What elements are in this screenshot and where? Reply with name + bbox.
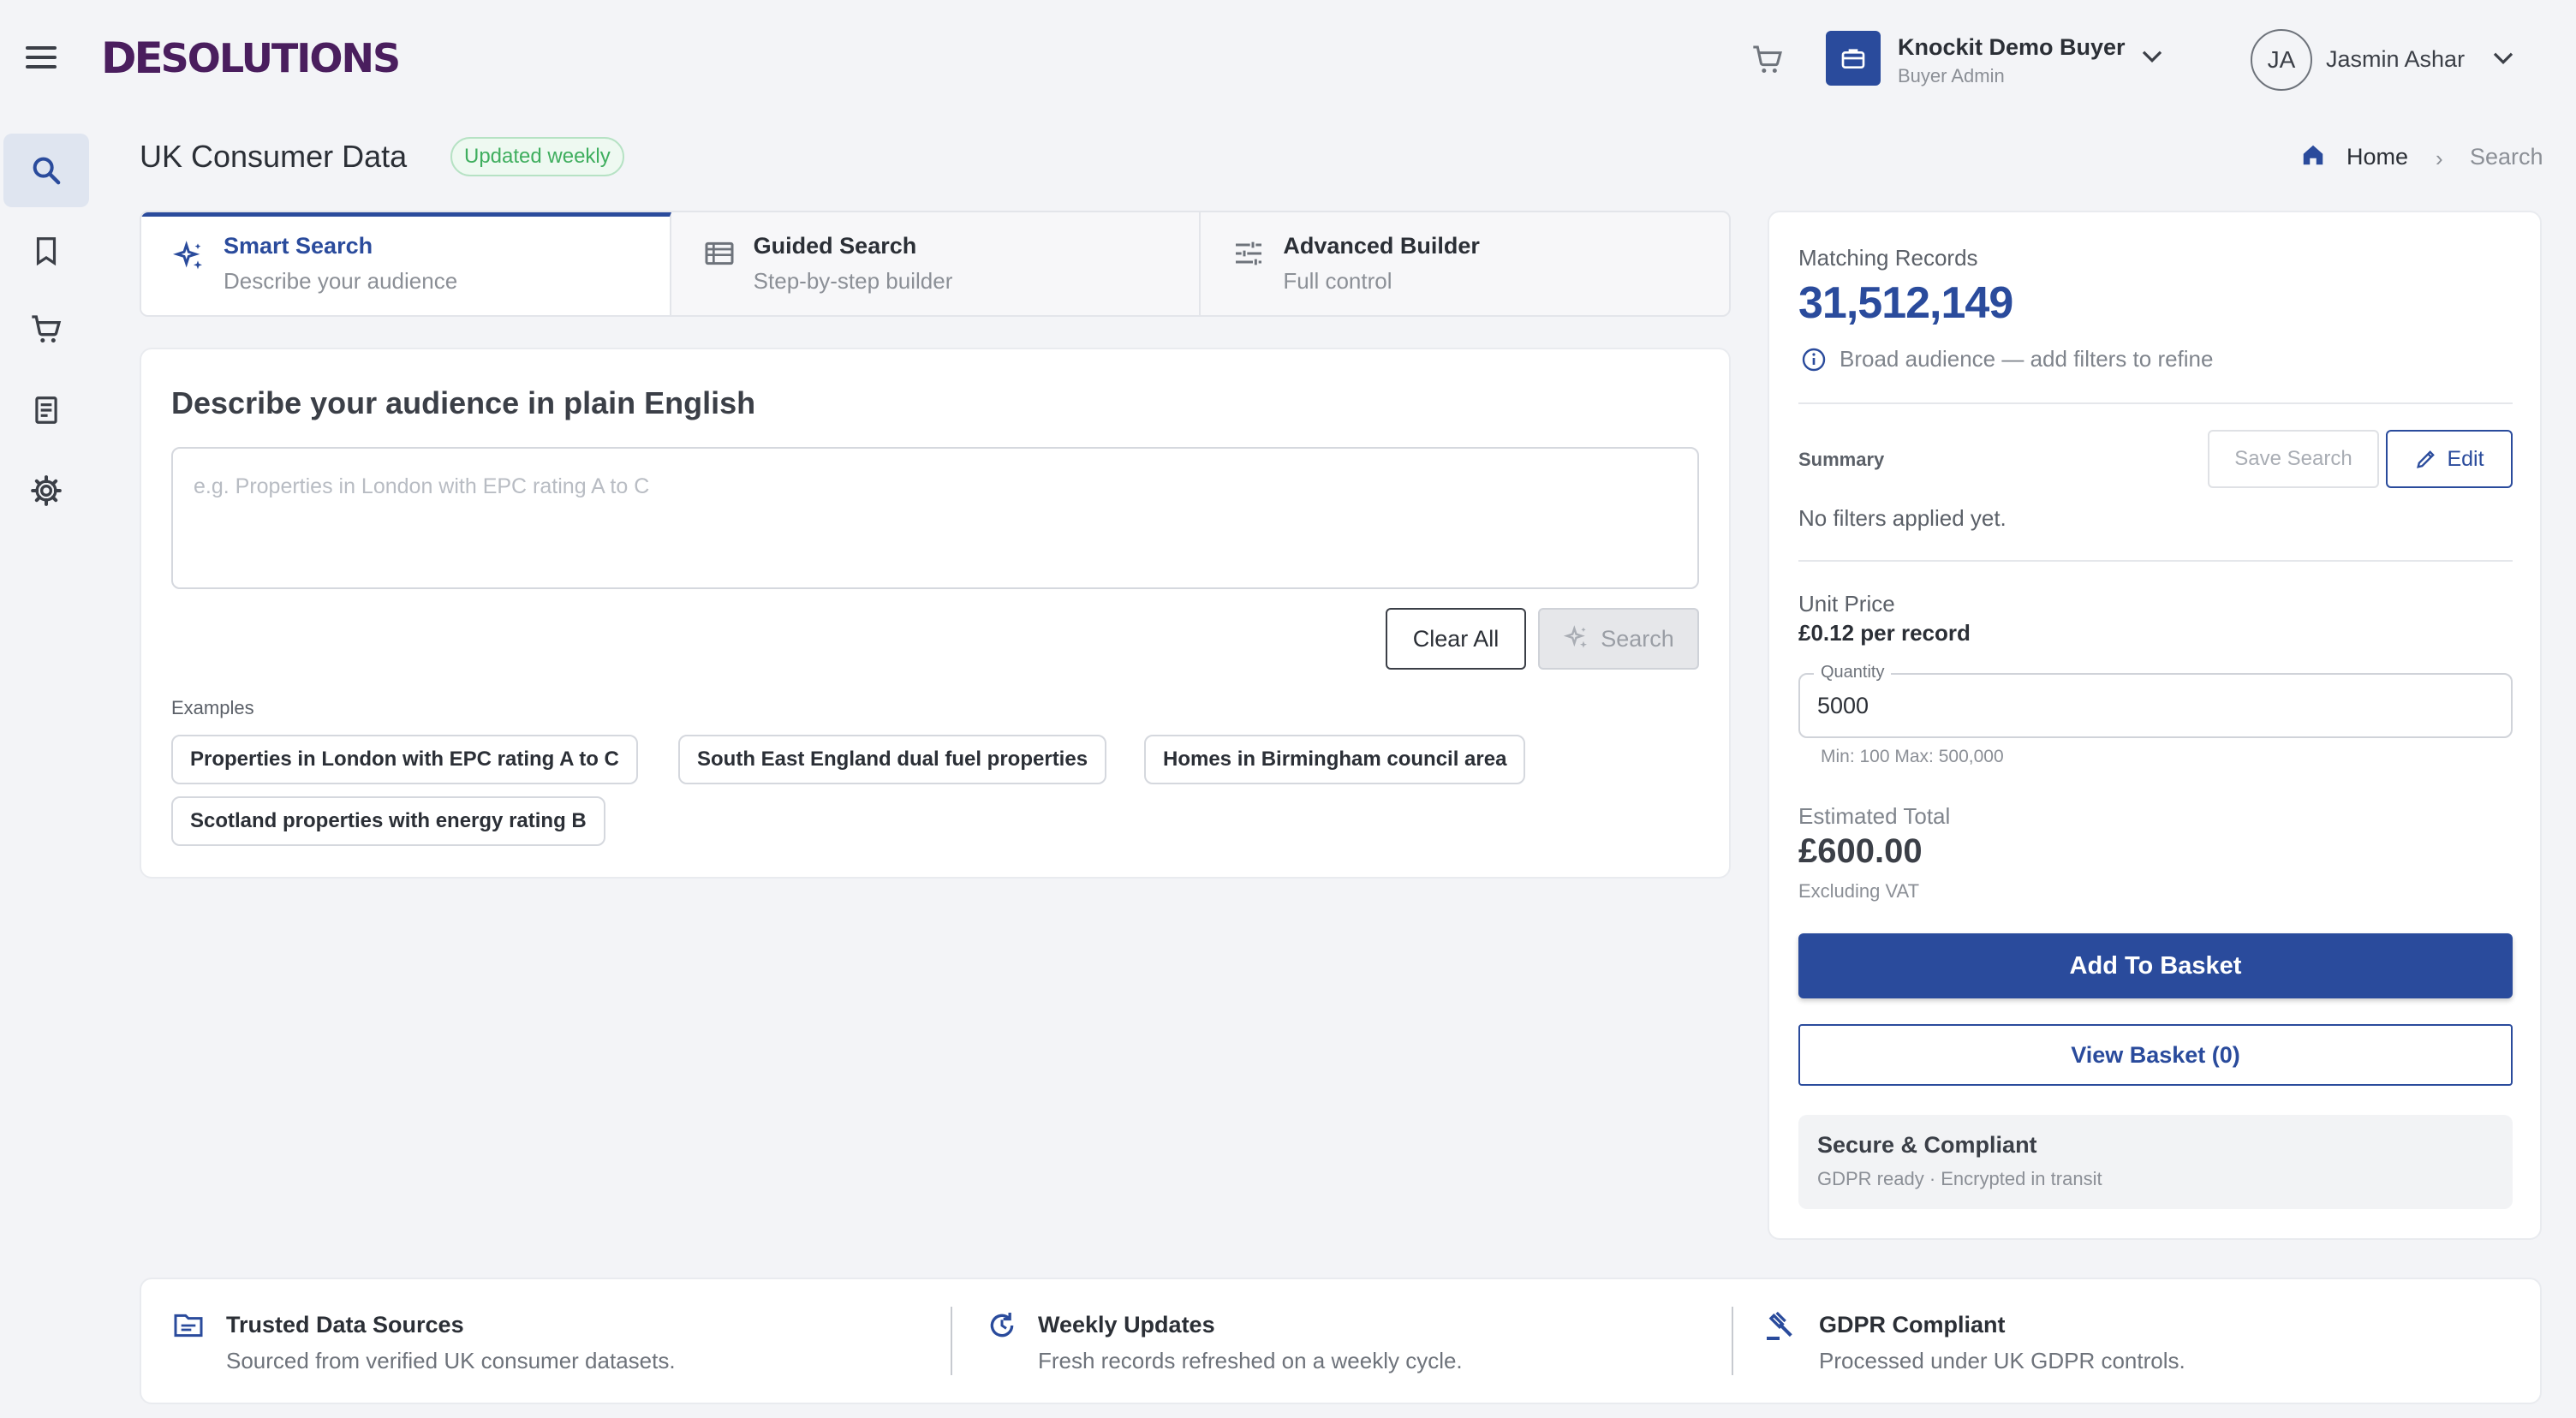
search-button-label: Search: [1601, 625, 1674, 652]
folder-icon: [174, 1314, 203, 1338]
sidebar-item-basket[interactable]: [3, 293, 89, 366]
summary-label: Summary: [1798, 449, 1885, 470]
breadcrumb-home[interactable]: Home: [2346, 144, 2408, 170]
example-chip[interactable]: Properties in London with EPC rating A t…: [171, 735, 638, 784]
list-icon: [705, 241, 734, 265]
sidebar-item-orders[interactable]: [3, 373, 89, 447]
org-badge[interactable]: [1826, 31, 1881, 86]
tab-subtitle: Step-by-step builder: [753, 268, 953, 294]
user-name[interactable]: Jasmin Ashar: [2326, 46, 2465, 73]
cart-icon[interactable]: [1750, 43, 1785, 77]
cart-icon: [32, 315, 62, 343]
add-to-basket-button[interactable]: Add To Basket: [1798, 933, 2513, 998]
example-chip[interactable]: South East England dual fuel properties: [678, 735, 1107, 784]
divider: [1798, 402, 2513, 404]
feature-subtitle: Sourced from verified UK consumer datase…: [226, 1348, 676, 1373]
unit-price-label: Unit Price: [1798, 591, 1895, 617]
avatar[interactable]: JA: [2251, 29, 2312, 91]
tab-smart-search[interactable]: Smart Search Describe your audience: [141, 212, 671, 315]
logo-wordmark: SOLUTIONS: [160, 35, 401, 81]
logo-mark: DE: [101, 33, 164, 83]
estimated-total-label: Estimated Total: [1798, 803, 1951, 829]
audience-description-input[interactable]: [171, 447, 1699, 589]
breadcrumb-separator: ›: [2436, 146, 2443, 171]
example-chip[interactable]: Homes in Birmingham council area: [1144, 735, 1526, 784]
bookmark-icon: [36, 237, 57, 266]
smart-search-heading: Describe your audience in plain English: [171, 385, 756, 420]
compliance-subtitle: GDPR ready · Encrypted in transit: [1817, 1168, 2102, 1189]
feature-subtitle: Fresh records refreshed on a weekly cycl…: [1038, 1348, 1463, 1373]
trust-strip: [140, 1278, 2542, 1404]
chevron-down-icon[interactable]: [2490, 50, 2516, 69]
sidebar-item-settings[interactable]: [3, 454, 89, 527]
menu-icon[interactable]: [26, 46, 57, 69]
edit-button-label: Edit: [2447, 446, 2484, 471]
tab-subtitle: Describe your audience: [224, 268, 458, 294]
search-mode-tabs: Smart Search Describe your audience Guid…: [140, 211, 1731, 317]
page-title: UK Consumer Data: [140, 139, 408, 174]
compliance-title: Secure & Compliant: [1817, 1132, 2037, 1158]
sparkle-icon: [1564, 625, 1588, 648]
org-role: Buyer Admin: [1898, 65, 2005, 86]
tab-guided-search[interactable]: Guided Search Step-by-step builder: [671, 212, 1202, 315]
unit-price-value: £0.12 per record: [1798, 620, 1971, 646]
divider: [1798, 560, 2513, 562]
edit-button[interactable]: Edit: [2386, 430, 2513, 488]
save-search-button[interactable]: Save Search: [2208, 430, 2379, 488]
example-chip[interactable]: Scotland properties with energy rating B: [171, 796, 605, 846]
feature-title: GDPR Compliant: [1819, 1312, 2006, 1338]
refresh-icon: [990, 1313, 1014, 1338]
divider: [951, 1307, 952, 1375]
tab-subtitle: Full control: [1283, 268, 1392, 294]
quantity-hint: Min: 100 Max: 500,000: [1821, 747, 2004, 766]
divider: [1732, 1307, 1733, 1375]
company-logo[interactable]: DE SOLUTIONS: [101, 33, 401, 83]
matching-records-label: Matching Records: [1798, 245, 1978, 271]
briefcase-icon: [1841, 49, 1865, 69]
pencil-icon: [2417, 450, 2436, 468]
search-icon: [33, 157, 61, 185]
sidebar-item-search[interactable]: [3, 134, 89, 207]
quantity-label: Quantity: [1814, 663, 1892, 682]
gavel-icon: [1767, 1311, 1792, 1340]
sparkle-icon: [173, 241, 202, 270]
sliders-icon: [1236, 241, 1262, 265]
sidebar-item-saved[interactable]: [3, 214, 89, 288]
tab-title: Advanced Builder: [1283, 233, 1480, 259]
summary-empty-text: No filters applied yet.: [1798, 505, 2007, 531]
tab-title: Guided Search: [753, 233, 917, 259]
tab-title: Smart Search: [224, 233, 373, 259]
home-icon[interactable]: [2300, 142, 2326, 168]
search-button[interactable]: Search: [1538, 608, 1699, 670]
estimated-total-value: £600.00: [1798, 832, 1923, 870]
matching-records-count: 31,512,149: [1798, 278, 2013, 328]
org-name[interactable]: Knockit Demo Buyer: [1898, 34, 2126, 61]
gear-icon: [31, 475, 62, 506]
clear-all-button[interactable]: Clear All: [1386, 608, 1526, 670]
breadcrumb-current: Search: [2470, 144, 2543, 170]
feature-title: Trusted Data Sources: [226, 1312, 464, 1338]
status-badge: Updated weekly: [450, 137, 624, 176]
tab-advanced-builder[interactable]: Advanced Builder Full control: [1201, 212, 1729, 315]
view-basket-button[interactable]: View Basket (0): [1798, 1024, 2513, 1086]
receipt-icon: [35, 396, 57, 424]
feature-title: Weekly Updates: [1038, 1312, 1215, 1338]
vat-note: Excluding VAT: [1798, 880, 1920, 902]
compliance-box: [1798, 1115, 2513, 1209]
info-icon: [1802, 348, 1826, 372]
chevron-down-icon[interactable]: [2139, 48, 2165, 67]
quantity-input[interactable]: [1817, 688, 2485, 723]
matching-records-hint: Broad audience — add filters to refine: [1840, 346, 2214, 372]
feature-subtitle: Processed under UK GDPR controls.: [1819, 1348, 2185, 1373]
examples-label: Examples: [171, 697, 254, 718]
